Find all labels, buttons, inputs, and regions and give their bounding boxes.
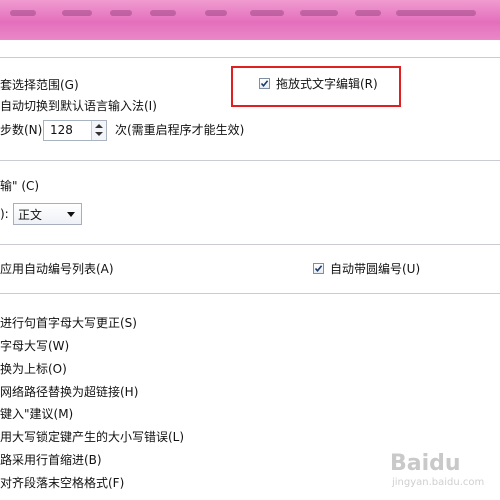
drag-drop-checkbox[interactable] <box>259 78 270 89</box>
smart-select-option[interactable]: 套选择范围(G) <box>0 77 79 93</box>
autocorrect-option[interactable]: 进行句首字母大写更正(S) <box>0 315 137 331</box>
autocorrect-option[interactable]: 网络路径替换为超链接(H) <box>0 384 138 400</box>
blurred-menu-item <box>150 10 176 16</box>
chevron-down-icon[interactable] <box>67 212 75 217</box>
blurred-menu-item <box>110 10 132 16</box>
auto-switch-ime-option[interactable]: 自动切换到默认语言输入法(I) <box>0 98 157 114</box>
checkmark-icon <box>314 265 323 273</box>
divider <box>0 57 500 58</box>
watermark-logo: Baidu <box>390 451 461 476</box>
blurred-menu-item <box>205 10 227 16</box>
title-bar-region <box>0 0 500 40</box>
autocorrect-option[interactable]: 键入"建议(M) <box>0 406 73 422</box>
blurred-menu-item <box>355 10 381 16</box>
undo-steps-value[interactable]: 128 <box>50 123 73 137</box>
blurred-menu-item <box>62 10 92 16</box>
baidu-watermark: Baidu jingyan.baidu.com <box>384 451 494 491</box>
stepper-up-icon[interactable] <box>95 124 103 128</box>
autocorrect-option[interactable]: 路采用行首缩进(B) <box>0 452 102 468</box>
circled-number-label[interactable]: 自动带圆编号(U) <box>330 261 420 277</box>
style-label: ): <box>0 207 9 221</box>
blurred-menu-item <box>250 10 284 16</box>
blurred-menu-item <box>10 10 36 16</box>
circled-number-checkbox[interactable] <box>313 263 324 274</box>
checkmark-icon <box>260 80 269 88</box>
input-section-label: 输" (C) <box>0 179 40 193</box>
stepper-down-icon[interactable] <box>95 132 103 136</box>
divider <box>0 160 500 161</box>
undo-steps-label: 步数(N): <box>0 123 47 137</box>
blurred-menu-item <box>396 10 476 16</box>
style-select-value: 正文 <box>18 208 43 222</box>
watermark-sub: jingyan.baidu.com <box>392 477 485 488</box>
divider <box>0 293 500 294</box>
stepper-arrows[interactable] <box>91 121 106 140</box>
autocorrect-option[interactable]: 对齐段落末空格格式(F) <box>0 475 124 491</box>
drag-drop-label[interactable]: 拖放式文字编辑(R) <box>276 76 378 92</box>
blurred-menu-item <box>300 10 338 16</box>
autocorrect-option[interactable]: 换为上标(O) <box>0 361 67 377</box>
undo-steps-note: 次(需重启程序才能生效) <box>115 123 245 137</box>
autocorrect-option[interactable]: 用大写锁定键产生的大小写错误(L) <box>0 429 184 445</box>
undo-steps-stepper[interactable]: 128 <box>43 120 107 141</box>
toolbar-strip <box>0 40 500 57</box>
autocorrect-option[interactable]: 字母大写(W) <box>0 338 69 354</box>
style-select[interactable]: 正文 <box>13 203 82 225</box>
auto-list-option[interactable]: 应用自动编号列表(A) <box>0 261 114 277</box>
divider <box>0 244 500 245</box>
